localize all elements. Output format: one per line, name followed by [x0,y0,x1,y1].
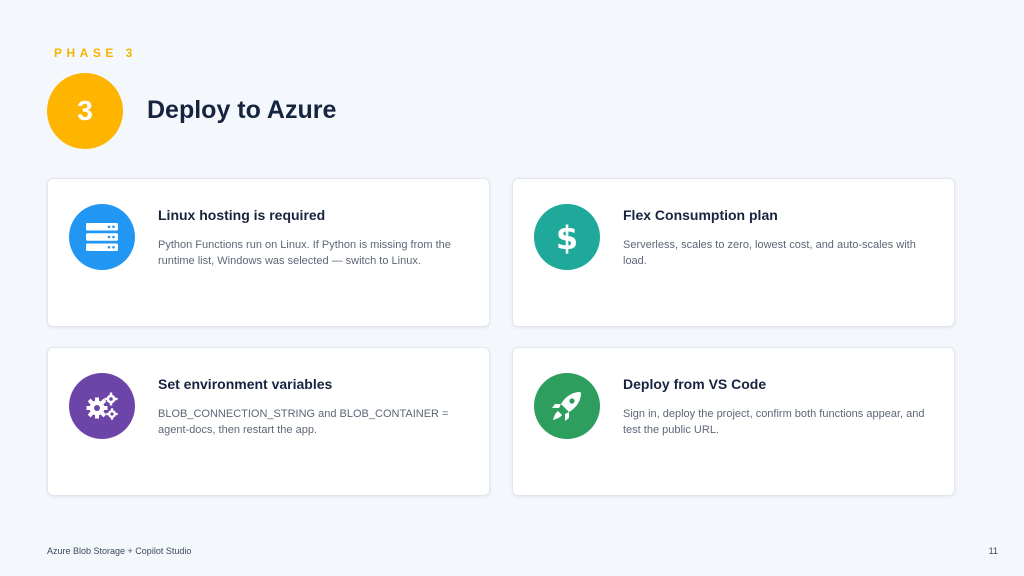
dollar-icon: $ [556,219,578,256]
page-number: 11 [988,546,998,556]
svg-text:$: $ [556,219,578,256]
icon-circle [69,204,135,270]
card-flex-consumption: $ Flex Consumption plan Serverless, scal… [512,178,955,327]
card-title: Deploy from VS Code [623,376,767,392]
card-deploy-vscode: Deploy from VS Code Sign in, deploy the … [512,347,955,496]
icon-circle [534,373,600,439]
icon-circle [69,373,135,439]
footer-text: Azure Blob Storage + Copilot Studio [47,546,192,556]
card-linux-hosting: Linux hosting is required Python Functio… [47,178,490,327]
card-description: Serverless, scales to zero, lowest cost,… [623,239,916,267]
phase-number: 3 [77,95,93,126]
gears-icon [86,392,118,420]
icon-circle: $ [534,204,600,270]
card-description: Python Functions run on Linux. If Python… [158,239,451,267]
server-icon [86,223,118,251]
phase-label: PHASE 3 [54,46,137,60]
card-title: Flex Consumption plan [623,207,778,223]
page-title: Deploy to Azure [147,96,337,124]
rocket-icon [552,392,581,421]
card-environment-variables: Set environment variables BLOB_CONNECTIO… [47,347,490,496]
phase-badge: 3 [47,73,123,149]
card-description: Sign in, deploy the project, confirm bot… [623,408,925,436]
card-title: Set environment variables [158,376,333,392]
card-title: Linux hosting is required [158,207,326,223]
card-description: BLOB_CONNECTION_STRING and BLOB_CONTAINE… [158,408,449,436]
